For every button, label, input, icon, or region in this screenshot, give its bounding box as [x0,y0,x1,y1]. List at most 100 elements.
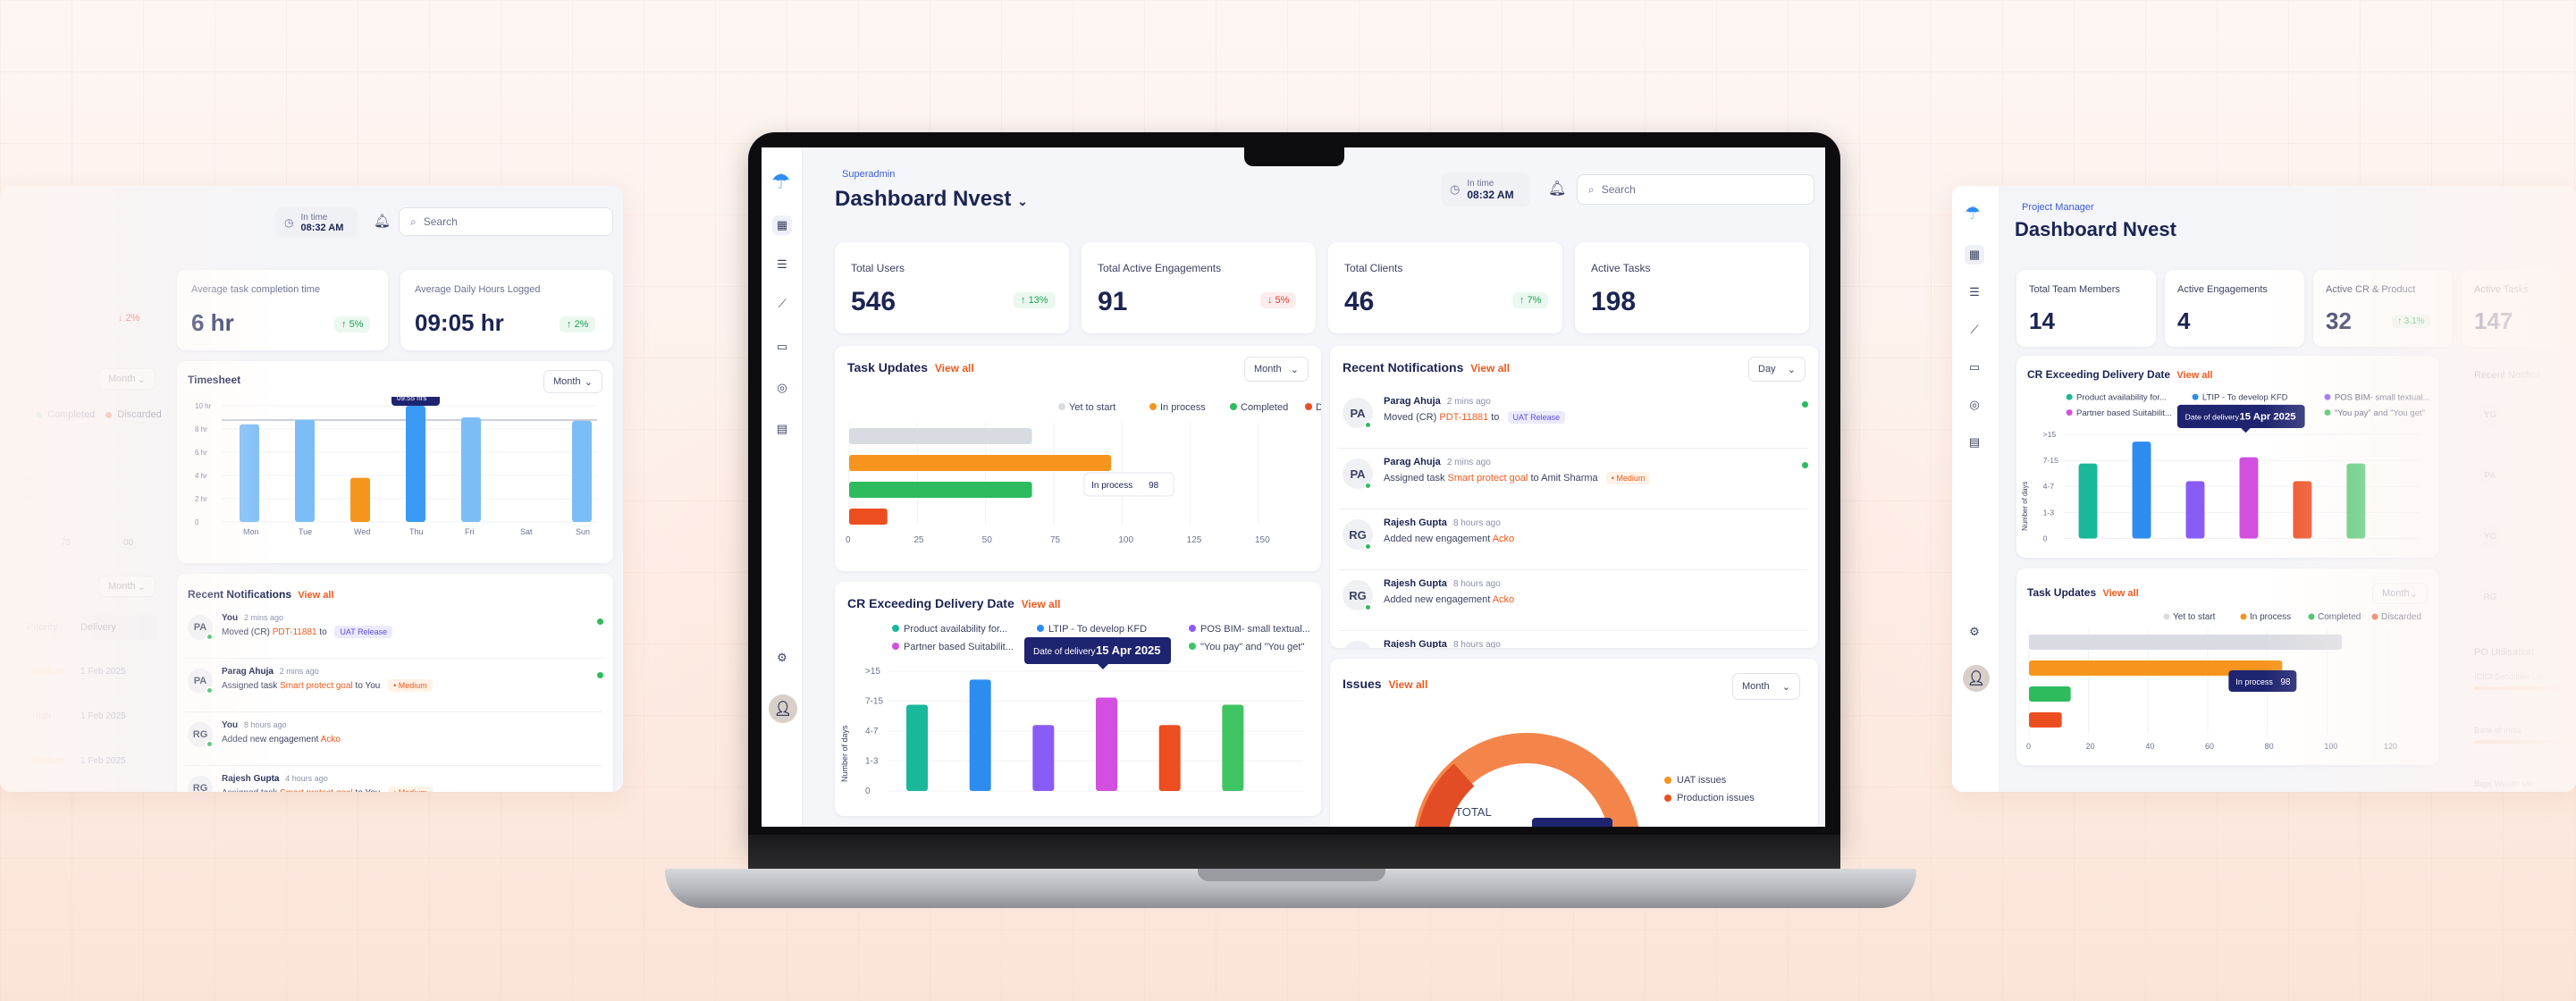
x-tick: 80 [2265,742,2274,751]
stat-card-hours: Average Daily Hours Logged 09:05 hr ↑ 2% [400,270,613,350]
timesheet-title: Timesheet [188,374,241,386]
legend-dot [1058,403,1065,410]
stat-card: Total Team Members 14 [2016,270,2156,347]
legend-dot [1037,625,1044,632]
ghost-row: 1 Feb 2025 [80,756,126,766]
cr-title: CR Exceeding Delivery Date View all [847,596,1061,610]
view-all-link[interactable]: View all [1470,362,1510,374]
user-avatar[interactable]: 👤︎ [1963,665,1990,692]
cr-bar [906,704,928,791]
bar-Mon [240,424,259,522]
day-filter[interactable]: Day ⌄ [1748,357,1806,382]
online-dot [206,686,214,694]
ghost-row: 1 Feb 2025 [80,667,126,677]
tooltip-label: Date of delivery [1033,647,1095,657]
search-input[interactable]: ⌕ Search [1577,174,1814,205]
stat-value: 6 hr [191,309,234,336]
stat-card: Active Tasks 198 [1575,242,1809,333]
y-tick: 1-3 [865,757,879,767]
chart-icon[interactable]: ⟋ [772,294,792,314]
ghost-row: Medium [32,756,64,766]
cr-bar [1032,725,1055,791]
donut-tooltip [1532,818,1612,827]
tooltip-arrow [1098,664,1108,669]
stat-value: 46 [1344,287,1375,316]
umbrella-logo-icon: ☂ [771,170,791,194]
task-filter[interactable]: Month ⌄ [2372,583,2428,604]
ghost-table-head [0,615,157,640]
folder-icon[interactable]: ▭ [772,337,792,357]
ghost-tick: 00 [123,538,134,548]
issues-card: Issues View all Month ⌄ TOTAL UAT issues … [1330,659,1818,827]
search-icon: ⌕ [1588,182,1595,196]
task-filter[interactable]: Month ⌄ [1244,357,1309,382]
timesheet-filter[interactable]: Month ⌄ [543,370,602,393]
bell-icon[interactable]: 🔔︎ [1548,180,1566,198]
notification-header: Rajesh Gupta 8 hours ago [1384,578,1501,589]
chart-icon[interactable]: ⟋ [1965,320,1984,340]
search-input[interactable]: ⌕ Search [399,207,613,236]
view-all-link[interactable]: View all [935,362,974,374]
legend-label: POS BIM- small textual... [2335,393,2430,403]
bar-yet-to-start [849,428,1032,444]
issues-filter[interactable]: Month ⌄ [1732,673,1800,700]
settings-icon[interactable]: ⚙ [1965,622,1984,642]
cr-bar [2293,481,2312,539]
list-icon[interactable]: ☰ [1965,282,1984,302]
page-title[interactable]: Dashboard Nvest ⌄ [835,187,1028,212]
document-icon[interactable]: ▤ [1965,433,1984,452]
legend-dot [2324,393,2331,400]
bell-icon[interactable]: 🔔︎ [374,213,391,229]
legend-label: LTIP - To develop KFD [1048,624,1147,635]
tooltip-value: 98 [1149,481,1159,491]
issues-donut [1414,733,1639,827]
view-all-link[interactable]: View all [298,590,333,601]
notification-text: Moved (CR) PDT-11881 to UAT Release [222,626,393,638]
dashboard-icon[interactable]: ▦ [1965,245,1984,265]
legend-dot [2066,393,2073,400]
stat-card: Active CR & Product 32 ↑ 3.1% [2313,270,2453,347]
notification-header: You 8 hours ago [222,720,287,730]
folder-icon[interactable]: ▭ [1965,358,1984,377]
cr-bar [969,679,991,791]
y-tick: 0 [195,518,199,526]
x-tick: Fri [465,527,475,536]
x-tick: Thu [409,527,424,536]
notification-header: Parag Ahuja 2 mins ago [1384,396,1491,407]
document-icon[interactable]: ▤ [772,419,792,439]
stat-label: Active Tasks [1591,262,1651,274]
legend-production: Production issues [1664,793,1755,803]
main-sidebar: ☂ ▦ ☰ ⟋ ▭ ◎ ▤ ⚙ 👤︎ [762,147,803,827]
x-tick: 100 [1118,535,1133,545]
stat-value: 09:05 hr [415,309,504,336]
stat-label: Total Active Engagements [1098,262,1222,274]
total-label: TOTAL [1455,805,1492,819]
chevron-down-icon: ⌄ [584,376,593,388]
notifications-title: Recent Notifications View all [1343,360,1511,374]
legend-label: Completed [2318,612,2361,622]
legend-label: Yet to start [1069,402,1115,413]
legend-label: Completed [1241,402,1288,413]
dashboard-icon[interactable]: ▦ [772,215,792,235]
view-all-link[interactable]: View all [1388,678,1427,691]
notification-text: Added new engagement Acko [222,735,341,744]
target-icon[interactable]: ◎ [1965,395,1984,415]
change-badge: ↓ 5% [1260,292,1297,308]
x-tick: 125 [1187,535,1202,545]
user-avatar[interactable]: 👤︎ [769,694,797,723]
target-icon[interactable]: ◎ [772,378,792,398]
y-tick: 0 [2043,534,2048,543]
chevron-down-icon: ⌄ [1017,194,1028,208]
task-bar [2029,635,2342,650]
legend-dot [892,643,899,650]
left-dashboard-panel: ◷ In time 08:32 AM 🔔︎ ⌕ Search Average tas… [0,186,623,792]
list-icon[interactable]: ☰ [772,255,792,274]
x-tick: 75 [1050,535,1061,545]
stat-card: Total Active Engagements 91 ↓ 5% [1082,242,1316,333]
settings-icon[interactable]: ⚙ [772,648,792,668]
stat-label: Average Daily Hours Logged [415,284,541,295]
view-all-link[interactable]: View all [2102,588,2138,599]
view-all-link[interactable]: View all [2176,370,2212,381]
stat-card: Active Engagements 4 [2165,270,2304,347]
view-all-link[interactable]: View all [1022,598,1061,610]
